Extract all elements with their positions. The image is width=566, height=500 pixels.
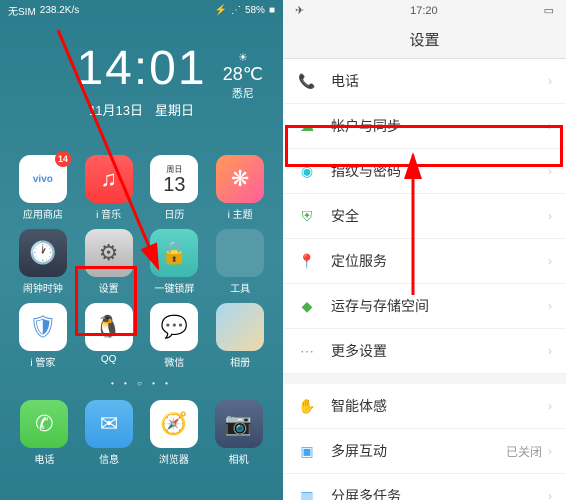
shield-icon: ⛨	[297, 206, 317, 226]
row-phone[interactable]: 📞电话›	[283, 59, 566, 104]
app-clock[interactable]: 🕐闹钟时钟	[12, 229, 74, 295]
settings-list: 📞电话› ☁帐户与同步› ◉指纹与密码› ⛨安全› 📍定位服务› ◆运存与存储空…	[283, 59, 566, 374]
time: 17:20	[410, 5, 438, 17]
annotation-highlight-settings	[75, 266, 137, 336]
chevron-right-icon: ›	[548, 254, 552, 268]
status-bar: 无SIM 238.2K/s ⚡ ⋰ 58% ■	[0, 0, 283, 21]
app-music[interactable]: ♫i 音乐	[78, 155, 140, 221]
row-storage[interactable]: ◆运存与存储空间›	[283, 284, 566, 329]
chevron-right-icon: ›	[548, 489, 552, 500]
row-multiscreen[interactable]: ▣多屏互动已关闭›	[283, 429, 566, 474]
row-more-settings[interactable]: ⋯更多设置›	[283, 329, 566, 374]
cast-icon: ▣	[297, 441, 317, 461]
more-icon: ⋯	[297, 341, 317, 361]
temperature: 28℃	[223, 64, 263, 85]
chevron-right-icon: ›	[548, 444, 552, 458]
location-icon: 📍	[297, 251, 317, 271]
battery-pct: 58%	[245, 5, 265, 16]
page-indicator: • • ○ • •	[0, 379, 283, 388]
settings-list-2: ✋智能体感› ▣多屏互动已关闭› ▥分屏多任务› ☝单手操作› ✂超级截屏›	[283, 384, 566, 500]
dock-phone[interactable]: ✆电话	[20, 400, 68, 466]
app-guard[interactable]: 🛡i 管家	[12, 303, 74, 369]
weekday: 星期日	[155, 100, 194, 119]
chevron-right-icon: ›	[548, 299, 552, 313]
dock-browser[interactable]: 🧭浏览器	[150, 400, 198, 466]
net-speed: 238.2K/s	[40, 5, 79, 16]
sim-status: 无SIM	[8, 3, 36, 18]
page-title: 设置	[283, 21, 566, 59]
annotation-highlight-fingerprint	[285, 125, 563, 167]
status-value: 已关闭	[506, 443, 542, 460]
chevron-right-icon: ›	[548, 209, 552, 223]
battery-icon: ■	[269, 5, 275, 16]
row-splitscreen[interactable]: ▥分屏多任务›	[283, 474, 566, 500]
bluetooth-icon: ⚡	[214, 5, 226, 16]
city: 悉尼	[223, 85, 263, 101]
app-tools[interactable]: 工具	[209, 229, 271, 295]
motion-icon: ✋	[297, 396, 317, 416]
settings-screen: ✈ 17:20 ▭ 设置 📞电话› ☁帐户与同步› ◉指纹与密码› ⛨安全› 📍…	[283, 0, 566, 500]
dock: ✆电话 ✉信息 🧭浏览器 📷相机	[0, 392, 283, 478]
sun-icon: ☀	[223, 51, 263, 64]
app-calendar[interactable]: 周日13日历	[144, 155, 206, 221]
dock-camera[interactable]: 📷相机	[215, 400, 263, 466]
dock-messages[interactable]: ✉信息	[85, 400, 133, 466]
app-album[interactable]: 相册	[209, 303, 271, 369]
weather-widget[interactable]: ☀ 28℃ 悉尼	[223, 51, 263, 101]
date: 11月13日	[89, 100, 143, 119]
phone-icon: 📞	[297, 71, 317, 91]
clock-widget[interactable]: 14:01 11月13日 星期日 ☀ 28℃ 悉尼	[0, 41, 283, 119]
split-icon: ▥	[297, 486, 317, 500]
app-theme[interactable]: ❋i 主题	[209, 155, 271, 221]
section-separator	[283, 374, 566, 384]
app-wechat[interactable]: 💬微信	[144, 303, 206, 369]
row-security[interactable]: ⛨安全›	[283, 194, 566, 239]
chevron-right-icon: ›	[548, 74, 552, 88]
status-bar: ✈ 17:20 ▭	[283, 0, 566, 21]
signal-icon: ⋰	[231, 5, 241, 16]
row-smart-motion[interactable]: ✋智能体感›	[283, 384, 566, 429]
app-grid: vivo14应用商店 ♫i 音乐 周日13日历 ❋i 主题 🕐闹钟时钟 ⚙设置 …	[0, 147, 283, 377]
battery-icon: ▭	[544, 4, 554, 17]
app-lockscreen[interactable]: 🔒一键锁屏	[144, 229, 206, 295]
chevron-right-icon: ›	[548, 399, 552, 413]
chevron-right-icon: ›	[548, 344, 552, 358]
home-screen: 无SIM 238.2K/s ⚡ ⋰ 58% ■ 14:01 11月13日 星期日…	[0, 0, 283, 500]
badge: 14	[55, 151, 71, 167]
row-location[interactable]: 📍定位服务›	[283, 239, 566, 284]
app-store[interactable]: vivo14应用商店	[12, 155, 74, 221]
storage-icon: ◆	[297, 296, 317, 316]
airplane-icon: ✈	[295, 4, 304, 17]
